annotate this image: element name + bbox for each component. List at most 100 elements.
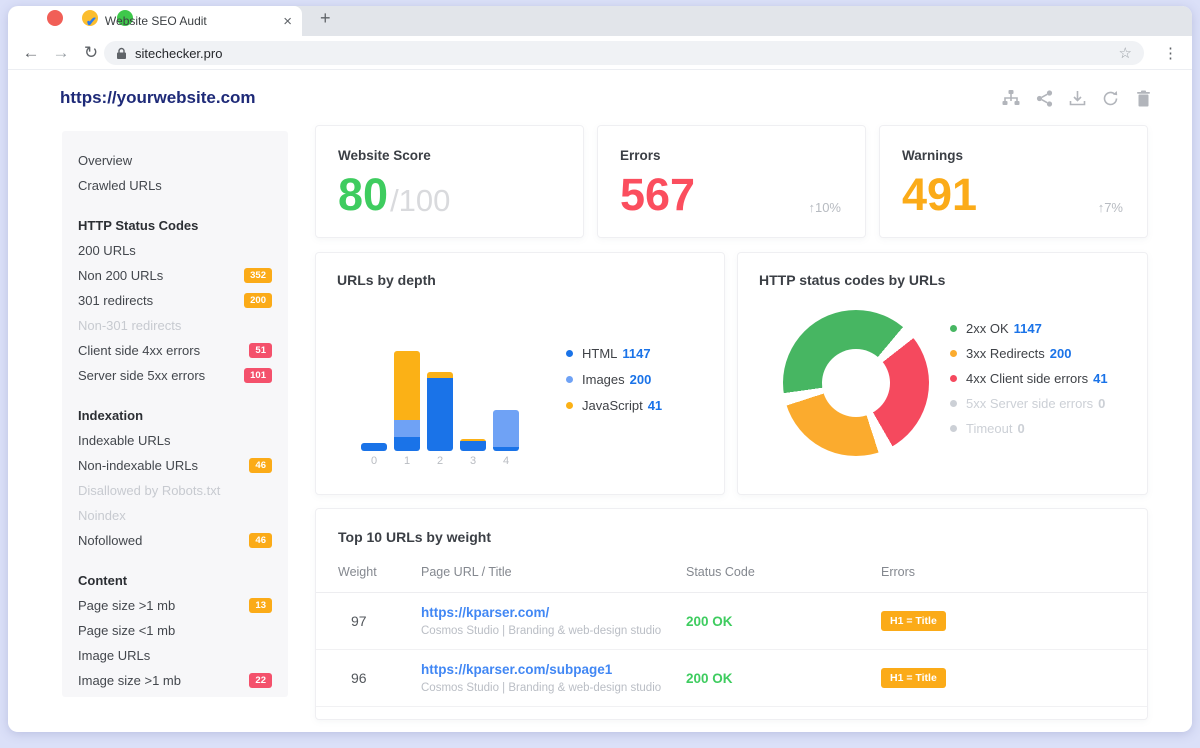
legend-item-2xx-ok[interactable]: 2xx OK1147 bbox=[950, 321, 1108, 336]
stat-value-line: 491 bbox=[902, 175, 1125, 216]
sidebar-item-label: Noindex bbox=[78, 508, 126, 523]
stat-label: Website Score bbox=[338, 148, 561, 163]
sidebar-item-image-urls[interactable]: Image URLs bbox=[78, 643, 272, 668]
sidebar-item-non-indexable-urls[interactable]: Non-indexable URLs46 bbox=[78, 453, 272, 478]
refresh-icon[interactable] bbox=[1101, 89, 1119, 107]
stat-value: 491 bbox=[902, 175, 977, 216]
legend-item-timeout[interactable]: Timeout0 bbox=[950, 421, 1108, 436]
table-body: 97https://kparser.com/Cosmos Studio | Br… bbox=[316, 593, 1147, 707]
new-tab-button[interactable]: + bbox=[320, 8, 331, 29]
legend-dot-icon bbox=[950, 350, 957, 357]
legend-dot-icon bbox=[950, 325, 957, 332]
sidebar-item-label: Non-301 redirects bbox=[78, 318, 181, 333]
sidebar-item-indexable-urls[interactable]: Indexable URLs bbox=[78, 428, 272, 453]
sidebar-item-301-redirects[interactable]: 301 redirects 200 bbox=[78, 288, 272, 313]
legend-item-images[interactable]: Images200 bbox=[566, 372, 662, 387]
sidebar-item-label: Image URLs bbox=[78, 648, 150, 663]
bar-depth-3[interactable] bbox=[460, 439, 486, 451]
tab-strip: ✔ Website SEO Audit × + bbox=[8, 6, 1192, 36]
table-title: Top 10 URLs by weight bbox=[316, 509, 1147, 545]
legend-label: JavaScript bbox=[582, 398, 643, 413]
download-icon[interactable] bbox=[1068, 89, 1086, 107]
reload-button[interactable]: ↻ bbox=[76, 43, 106, 63]
sidebar-item-label: Client side 4xx errors bbox=[78, 343, 200, 358]
donut-chart-legend: 2xx OK1147 3xx Redirects200 4xx Client sid… bbox=[950, 321, 1108, 436]
sidebar-item-label: Page size >1 mb bbox=[78, 598, 175, 613]
legend-item-javascript[interactable]: JavaScript 41 bbox=[566, 398, 662, 413]
cell-status-code: 200 OK bbox=[686, 671, 881, 686]
cell-url: https://kparser.com/Cosmos Studio | Bran… bbox=[421, 605, 686, 637]
legend-dot-icon bbox=[950, 375, 957, 382]
bar-segment-html bbox=[493, 447, 519, 451]
legend-label: Images bbox=[582, 372, 625, 387]
sidebar-group: HTTP Status Codes200 URLsNon 200 URLs352… bbox=[78, 213, 272, 388]
sidebar-item-non-301-redirects[interactable]: Non-301 redirects bbox=[78, 313, 272, 338]
bar-depth-1[interactable] bbox=[394, 351, 420, 451]
stat-card-website-score: Website Score80/100 bbox=[315, 125, 584, 238]
bookmark-star-icon[interactable]: ☆ bbox=[1119, 44, 1132, 62]
sitemap-icon[interactable] bbox=[1002, 89, 1020, 107]
browser-menu-icon[interactable]: ⋮ bbox=[1163, 44, 1178, 62]
sidebar-item-label: Non-indexable URLs bbox=[78, 458, 198, 473]
sidebar-item-label: 200 URLs bbox=[78, 243, 136, 258]
share-icon[interactable] bbox=[1035, 89, 1053, 107]
sidebar-item-200-urls[interactable]: 200 URLs bbox=[78, 238, 272, 263]
stat-delta: ↑7% bbox=[1098, 200, 1123, 215]
table-header-page-url-title: Page URL / Title bbox=[421, 565, 686, 579]
error-badge[interactable]: H1 = Title bbox=[881, 668, 946, 688]
stat-suffix: /100 bbox=[390, 185, 450, 216]
error-badge[interactable]: H1 = Title bbox=[881, 611, 946, 631]
bar-segment-images bbox=[493, 410, 519, 447]
bar-x-label: 2 bbox=[427, 455, 453, 467]
sidebar-item-client-side-4xx-errors[interactable]: Client side 4xx errors 51 bbox=[78, 338, 272, 363]
legend-item-5xx-server-side-errors[interactable]: 5xx Server side errors0 bbox=[950, 396, 1108, 411]
legend-item-3xx-redirects[interactable]: 3xx Redirects200 bbox=[950, 346, 1108, 361]
sidebar-item-non-200-urls[interactable]: Non 200 URLs352 bbox=[78, 263, 272, 288]
page-url-link[interactable]: https://kparser.com/subpage1 bbox=[421, 662, 686, 677]
legend-dot-icon bbox=[950, 400, 957, 407]
close-window-button[interactable] bbox=[47, 10, 63, 26]
depth-bar-chart bbox=[361, 343, 519, 451]
page-title-subtext: Cosmos Studio | Branding & web-design st… bbox=[421, 625, 686, 637]
legend-label: 4xx Client side errors bbox=[966, 371, 1088, 386]
sidebar-item-server-side-5xx-errors[interactable]: Server side 5xx errors101 bbox=[78, 363, 272, 388]
sidebar-item-nofollowed[interactable]: Nofollowed46 bbox=[78, 528, 272, 553]
page-url-link[interactable]: https://kparser.com/ bbox=[421, 605, 686, 620]
bar-depth-4[interactable] bbox=[493, 410, 519, 451]
sidebar-group: ContentPage size >1 mb13Page size <1 mbI… bbox=[78, 568, 272, 693]
sidebar-item-page-size-1-mb[interactable]: Page size <1 mb bbox=[78, 618, 272, 643]
tab-body[interactable]: ✔ Website SEO Audit × bbox=[86, 6, 296, 36]
main-panel: Website Score80/100Errors567↑10%Warnings… bbox=[315, 125, 1148, 720]
trash-icon[interactable] bbox=[1134, 89, 1152, 107]
legend-dot-icon bbox=[566, 402, 573, 409]
sidebar-item-overview[interactable]: Overview bbox=[78, 148, 272, 173]
legend-value: 41 bbox=[648, 398, 662, 413]
count-badge: 51 bbox=[249, 343, 272, 358]
sidebar-item-label: 301 redirects bbox=[78, 293, 153, 308]
legend-item-4xx-client-side-errors[interactable]: 4xx Client side errors41 bbox=[950, 371, 1108, 386]
stat-label: Errors bbox=[620, 148, 843, 163]
sidebar-item-page-size-1-mb[interactable]: Page size >1 mb13 bbox=[78, 593, 272, 618]
page-title-subtext: Cosmos Studio | Branding & web-design st… bbox=[421, 682, 686, 694]
sidebar-item-disallowed-by-robots-txt[interactable]: Disallowed by Robots.txt bbox=[78, 478, 272, 503]
sidebar-item-label: Nofollowed bbox=[78, 533, 142, 548]
bar-depth-2[interactable] bbox=[427, 372, 453, 451]
forward-button[interactable]: → bbox=[46, 43, 76, 63]
address-bar[interactable]: sitechecker.pro ☆ bbox=[104, 41, 1144, 65]
tab-close-icon[interactable]: × bbox=[279, 13, 296, 30]
legend-label: 3xx Redirects bbox=[966, 346, 1045, 361]
sidebar-item-crawled-urls[interactable]: Crawled URLs bbox=[78, 173, 272, 198]
lock-icon bbox=[116, 47, 127, 60]
sidebar-item-label: Disallowed by Robots.txt bbox=[78, 483, 220, 498]
count-badge: 200 bbox=[244, 293, 272, 308]
legend-item-html[interactable]: HTML1147 bbox=[566, 346, 662, 361]
sidebar-item-image-size-1-mb[interactable]: Image size >1 mb22 bbox=[78, 668, 272, 693]
back-button[interactable]: ← bbox=[16, 43, 46, 63]
sidebar-item-noindex[interactable]: Noindex bbox=[78, 503, 272, 528]
bar-chart-legend: HTML1147 Images200 JavaScript 41 bbox=[566, 346, 662, 413]
sidebar-item-label: Indexable URLs bbox=[78, 433, 171, 448]
table-header-weight: Weight bbox=[338, 565, 421, 579]
bar-depth-0[interactable] bbox=[361, 443, 387, 451]
bar-segment-html bbox=[427, 378, 453, 451]
sidebar-group: IndexationIndexable URLsNon-indexable UR… bbox=[78, 403, 272, 553]
